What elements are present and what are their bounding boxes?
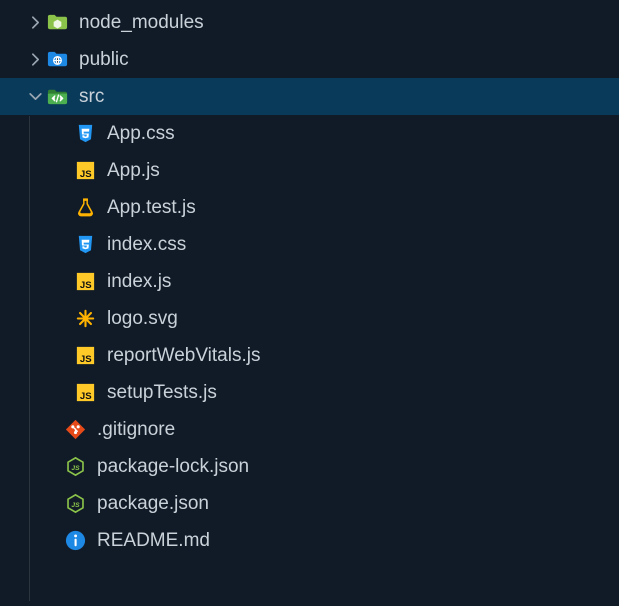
- item-label: logo.svg: [107, 308, 178, 330]
- item-label: App.js: [107, 160, 160, 182]
- file-index-css[interactable]: index.css: [0, 226, 619, 263]
- svg-text:JS: JS: [80, 280, 92, 291]
- file--gitignore[interactable]: .gitignore: [0, 411, 619, 448]
- chevron-right-icon[interactable]: [24, 14, 46, 31]
- file-App-test-js[interactable]: App.test.js: [0, 189, 619, 226]
- item-label: reportWebVitals.js: [107, 345, 260, 367]
- file-App-css[interactable]: App.css: [0, 115, 619, 152]
- file-package-lock-json[interactable]: JS package-lock.json: [0, 448, 619, 485]
- svg-text:JS: JS: [80, 169, 92, 180]
- chevron-down-icon[interactable]: [24, 88, 46, 105]
- readme-icon: [64, 529, 87, 552]
- js-icon: JS: [74, 159, 97, 182]
- folder-src[interactable]: src: [0, 78, 619, 115]
- folder-node_modules[interactable]: node_modules: [0, 4, 619, 41]
- file-explorer: node_modulespublic srcApp.css JS App.js App.…: [0, 0, 619, 559]
- file-README-md[interactable]: README.md: [0, 522, 619, 559]
- css-icon: [74, 233, 97, 256]
- node-json-icon: JS: [64, 492, 87, 515]
- file-setupTests-js[interactable]: JS setupTests.js: [0, 374, 619, 411]
- css-icon: [74, 122, 97, 145]
- test-icon: [74, 196, 97, 219]
- item-label: src: [79, 86, 104, 108]
- item-label: .gitignore: [97, 419, 175, 441]
- folder-src-icon: [46, 85, 69, 108]
- item-label: App.test.js: [107, 197, 196, 219]
- svg-text:JS: JS: [80, 391, 92, 402]
- file-package-json[interactable]: JS package.json: [0, 485, 619, 522]
- folder-public[interactable]: public: [0, 41, 619, 78]
- item-label: public: [79, 49, 129, 71]
- file-App-js[interactable]: JS App.js: [0, 152, 619, 189]
- item-label: index.css: [107, 234, 186, 256]
- item-label: setupTests.js: [107, 382, 217, 404]
- item-label: README.md: [97, 530, 210, 552]
- git-icon: [64, 418, 87, 441]
- item-label: package-lock.json: [97, 456, 249, 478]
- svg-text:JS: JS: [71, 502, 80, 509]
- item-label: App.css: [107, 123, 175, 145]
- file-logo-svg[interactable]: logo.svg: [0, 300, 619, 337]
- chevron-right-icon[interactable]: [24, 51, 46, 68]
- folder-node-icon: [46, 11, 69, 34]
- file-index-js[interactable]: JS index.js: [0, 263, 619, 300]
- js-icon: JS: [74, 381, 97, 404]
- js-icon: JS: [74, 344, 97, 367]
- svg-text:JS: JS: [80, 354, 92, 365]
- node-json-icon: JS: [64, 455, 87, 478]
- item-label: node_modules: [79, 12, 204, 34]
- file-reportWebVitals-js[interactable]: JS reportWebVitals.js: [0, 337, 619, 374]
- item-label: package.json: [97, 493, 209, 515]
- item-label: index.js: [107, 271, 171, 293]
- js-icon: JS: [74, 270, 97, 293]
- svg-icon: [74, 307, 97, 330]
- folder-public-icon: [46, 48, 69, 71]
- svg-text:JS: JS: [71, 465, 80, 472]
